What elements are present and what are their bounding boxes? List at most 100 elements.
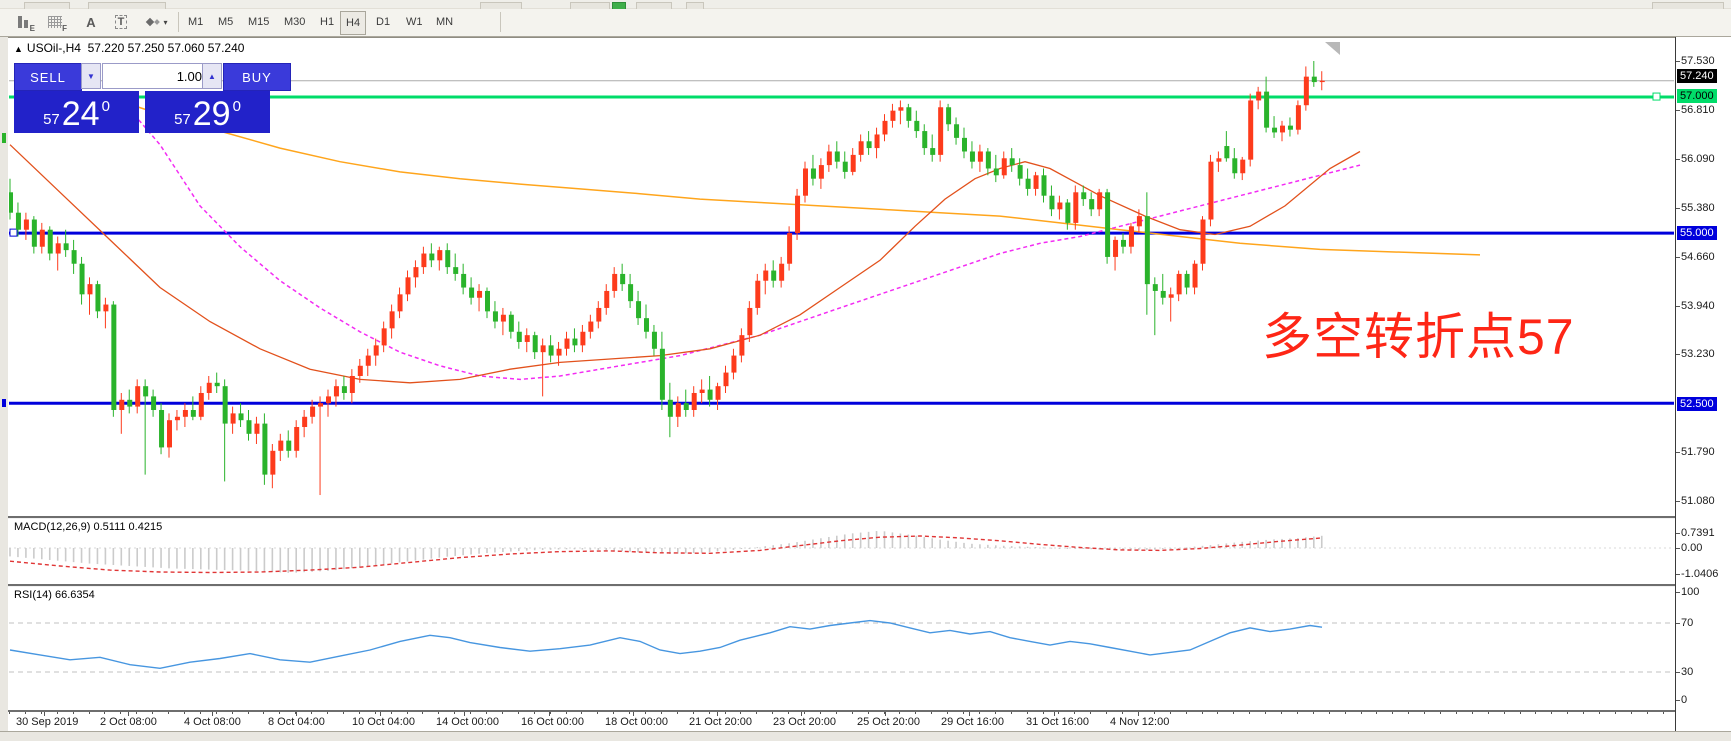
timeframe-button-w1[interactable]: W1 — [400, 11, 429, 33]
time-axis-minor-tick — [1281, 712, 1282, 714]
volume-decrease-button[interactable]: ▼ — [81, 63, 101, 89]
charts-e-icon[interactable]: E — [10, 11, 36, 33]
time-axis-minor-tick — [57, 712, 58, 714]
time-axis-tick — [633, 712, 634, 716]
price-badge-57.240: 57.240 — [1677, 69, 1717, 83]
time-axis-label: 23 Oct 20:00 — [773, 716, 836, 728]
time-axis-minor-tick — [1615, 712, 1616, 714]
text-label-a-icon[interactable]: A — [78, 11, 104, 33]
time-axis-minor-tick — [550, 712, 551, 714]
buy-button[interactable]: BUY — [223, 63, 291, 91]
price-axis-label: 56.810 — [1681, 103, 1715, 117]
time-axis-minor-tick — [534, 712, 535, 714]
ma-red[interactable] — [10, 145, 1360, 383]
timeframe-button-m15[interactable]: M15 — [242, 11, 275, 33]
left-edge-green-mark — [2, 133, 6, 143]
candle-glyph — [24, 20, 28, 28]
time-axis-minor-tick — [1535, 712, 1536, 714]
time-axis-minor-tick — [1488, 712, 1489, 714]
time-axis[interactable]: 30 Sep 20192 Oct 08:004 Oct 08:008 Oct 0… — [8, 712, 1675, 731]
buy-price-prefix: 57 — [174, 111, 191, 128]
buy-price-display[interactable]: 57 29 0 — [145, 91, 270, 133]
triangle-down-icon: ▼ — [87, 72, 95, 81]
time-axis-minor-tick — [915, 712, 916, 714]
axis-tick — [1676, 110, 1680, 111]
arrows-tool-icon[interactable]: ▾ — [140, 11, 174, 33]
time-axis-minor-tick — [263, 712, 264, 714]
macd-indicator-chart[interactable] — [9, 519, 1674, 584]
mt4-terminal-window: { "toolbar": { "icons": [ {"name": "char… — [0, 0, 1731, 740]
timeframe-button-h4[interactable]: H4 — [340, 11, 366, 35]
time-axis-minor-tick — [740, 712, 741, 714]
axis-tick — [1676, 700, 1680, 701]
time-axis-minor-tick — [804, 712, 805, 714]
time-axis-minor-tick — [836, 712, 837, 714]
time-axis-minor-tick — [216, 712, 217, 714]
toolbar-sliver — [480, 2, 522, 9]
time-axis-minor-tick — [359, 712, 360, 714]
pane-divider[interactable] — [8, 584, 1731, 587]
time-axis-minor-tick — [1313, 712, 1314, 714]
volume-input[interactable] — [102, 63, 213, 89]
price-axis-label: 100 — [1681, 585, 1699, 599]
time-axis-tick — [1054, 712, 1055, 716]
time-axis-minor-tick — [518, 712, 519, 714]
axis-tick — [1676, 257, 1680, 258]
symbol-arrow-icon: ▲ — [14, 44, 23, 54]
time-axis-minor-tick — [1058, 712, 1059, 714]
price-axis-label: 53.940 — [1681, 299, 1715, 313]
macd-histogram — [9, 531, 1322, 573]
sell-price-prefix: 57 — [43, 111, 60, 128]
time-axis-minor-tick — [1043, 712, 1044, 714]
time-axis-minor-tick — [963, 712, 964, 714]
time-axis-minor-tick — [756, 712, 757, 714]
scroll-end-triangle-icon[interactable] — [1325, 42, 1340, 55]
grid-f-icon[interactable]: F — [42, 11, 68, 33]
textbox-t-icon[interactable]: T — [108, 11, 134, 33]
time-axis-minor-tick — [1392, 712, 1393, 714]
time-axis-minor-tick — [899, 712, 900, 714]
time-axis-minor-tick — [645, 712, 646, 714]
time-axis-minor-tick — [1011, 712, 1012, 714]
timeframe-button-m1[interactable]: M1 — [182, 11, 209, 33]
timeframe-button-d1[interactable]: D1 — [370, 11, 396, 33]
price-axis-label: 56.090 — [1681, 152, 1715, 166]
axis-tick — [1676, 306, 1680, 307]
support-line-55-handle[interactable] — [10, 229, 17, 236]
timeframe-button-m30[interactable]: M30 — [278, 11, 311, 33]
time-axis-label: 21 Oct 20:00 — [689, 716, 752, 728]
time-axis-minor-tick — [1408, 712, 1409, 714]
resistance-line-57-handle[interactable] — [1653, 93, 1660, 100]
sell-price-display[interactable]: 57 24 0 — [14, 91, 139, 133]
macd-signal-line — [10, 536, 1322, 573]
rsi-indicator-chart[interactable] — [9, 586, 1674, 710]
time-axis-minor-tick — [502, 712, 503, 714]
time-axis-minor-tick — [407, 712, 408, 714]
toolbar-sliver — [686, 2, 704, 9]
pane-divider[interactable] — [8, 516, 1731, 519]
time-axis-minor-tick — [1233, 712, 1234, 714]
time-axis-minor-tick — [1186, 712, 1187, 714]
time-axis-minor-tick — [725, 712, 726, 714]
price-axis[interactable]: 57.53057.24057.00056.81056.09055.38055.0… — [1675, 37, 1731, 731]
time-axis-minor-tick — [1551, 712, 1552, 714]
volume-increase-button[interactable]: ▲ — [202, 63, 222, 89]
time-axis-minor-tick — [1122, 712, 1123, 714]
chinese-annotation-text: 多空转折点57 — [1262, 297, 1575, 369]
time-axis-minor-tick — [311, 712, 312, 714]
price-axis-label: 0 — [1681, 693, 1687, 707]
time-axis-minor-tick — [1583, 712, 1584, 714]
timeframe-button-m5[interactable]: M5 — [212, 11, 239, 33]
icon-sub-letter: F — [62, 24, 67, 33]
grid-glyph — [48, 16, 62, 28]
candle-glyph — [18, 16, 22, 28]
axis-tick — [1676, 61, 1680, 62]
time-axis-label: 14 Oct 00:00 — [436, 716, 499, 728]
quote-price-boxes: 57 24 0 57 29 0 — [14, 91, 290, 133]
price-badge-57.000: 57.000 — [1677, 89, 1717, 103]
timeframe-button-h1[interactable]: H1 — [314, 11, 340, 33]
timeframe-button-mn[interactable]: MN — [430, 11, 459, 33]
time-axis-minor-tick — [1424, 712, 1425, 714]
cropped-toolbar-row — [0, 0, 1731, 9]
sell-button[interactable]: SELL — [14, 63, 82, 91]
